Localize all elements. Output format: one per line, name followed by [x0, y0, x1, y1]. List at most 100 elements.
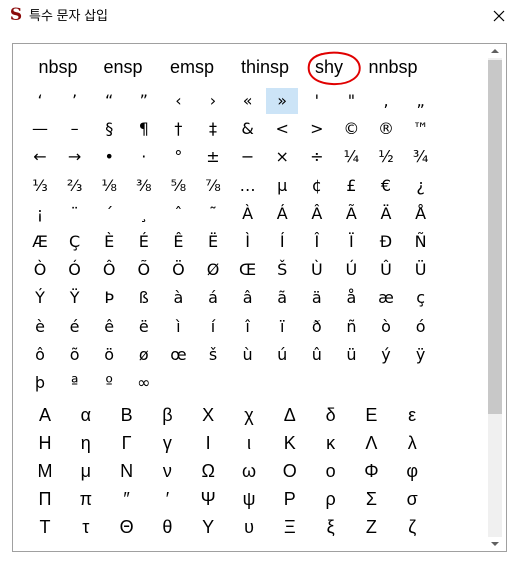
symbol-cell[interactable]: ï: [266, 314, 298, 340]
symbol-cell[interactable]: à: [162, 285, 194, 311]
greek-cell[interactable]: υ: [233, 514, 265, 540]
symbol-cell[interactable]: ù: [232, 342, 264, 368]
greek-cell[interactable]: Θ: [111, 514, 143, 540]
symbol-cell[interactable]: ‡: [197, 116, 229, 142]
greek-cell[interactable]: Π: [29, 486, 61, 512]
greek-cell[interactable]: μ: [70, 458, 102, 484]
greek-cell[interactable]: Ω: [192, 458, 224, 484]
greek-cell[interactable]: ο: [315, 458, 347, 484]
symbol-cell[interactable]: “: [93, 88, 125, 114]
symbol-cell[interactable]: ⅞: [197, 173, 229, 199]
symbol-cell[interactable]: Ý: [24, 285, 56, 311]
symbol-cell[interactable]: Ê: [162, 229, 194, 255]
symbol-cell[interactable]: À: [232, 201, 264, 227]
greek-cell[interactable]: Β: [111, 402, 143, 428]
greek-cell[interactable]: Ε: [355, 402, 387, 428]
greek-cell[interactable]: Γ: [111, 430, 143, 456]
symbol-cell[interactable]: £: [335, 173, 367, 199]
greek-cell[interactable]: δ: [315, 402, 347, 428]
greek-cell[interactable]: ε: [396, 402, 428, 428]
symbol-cell[interactable]: Þ: [93, 285, 125, 311]
symbol-cell[interactable]: Ÿ: [59, 285, 91, 311]
symbol-cell[interactable]: Ò: [24, 257, 56, 283]
symbol-cell[interactable]: „: [405, 88, 437, 114]
greek-cell[interactable]: τ: [70, 514, 102, 540]
symbol-cell[interactable]: Á: [266, 201, 298, 227]
symbol-cell[interactable]: î: [232, 314, 264, 340]
symbol-cell[interactable]: ÿ: [405, 342, 437, 368]
symbol-cell[interactable]: ‹: [162, 88, 194, 114]
greek-cell[interactable]: π: [70, 486, 102, 512]
greek-cell[interactable]: Σ: [355, 486, 387, 512]
greek-cell[interactable]: κ: [315, 430, 347, 456]
symbol-cell[interactable]: ð: [301, 314, 333, 340]
symbol-cell[interactable]: ü: [335, 342, 367, 368]
greek-cell[interactable]: σ: [396, 486, 428, 512]
greek-cell[interactable]: Ζ: [355, 514, 387, 540]
symbol-cell[interactable]: ú: [266, 342, 298, 368]
symbol-cell[interactable]: ý: [370, 342, 402, 368]
symbol-cell[interactable]: §: [93, 116, 125, 142]
symbol-cell[interactable]: Ô: [93, 257, 125, 283]
symbol-cell[interactable]: ê: [93, 314, 125, 340]
symbol-cell[interactable]: —: [24, 116, 56, 142]
greek-cell[interactable]: Κ: [274, 430, 306, 456]
greek-cell[interactable]: Μ: [29, 458, 61, 484]
greek-cell[interactable]: ′: [151, 486, 183, 512]
symbol-cell[interactable]: ä: [301, 285, 333, 311]
symbol-cell[interactable]: ,: [370, 88, 402, 114]
symbol-cell[interactable]: ‘: [24, 88, 56, 114]
symbol-cell[interactable]: «: [232, 88, 264, 114]
symbol-cell[interactable]: ±: [197, 144, 229, 170]
symbol-cell[interactable]: ô: [24, 342, 56, 368]
space-option-thinsp[interactable]: thinsp: [238, 55, 292, 79]
symbol-cell[interactable]: õ: [59, 342, 91, 368]
symbol-cell[interactable]: Ø: [197, 257, 229, 283]
symbol-cell[interactable]: þ: [24, 370, 56, 396]
greek-cell[interactable]: Λ: [355, 430, 387, 456]
symbol-cell[interactable]: ›: [197, 88, 229, 114]
greek-cell[interactable]: Ο: [274, 458, 306, 484]
symbol-cell[interactable]: ®: [370, 116, 402, 142]
symbol-cell[interactable]: ×: [266, 144, 298, 170]
symbol-cell[interactable]: ¿: [405, 173, 437, 199]
symbol-cell[interactable]: Õ: [128, 257, 160, 283]
symbol-cell[interactable]: ∞: [128, 370, 160, 396]
greek-cell[interactable]: Ν: [111, 458, 143, 484]
symbol-cell[interactable]: ë: [128, 314, 160, 340]
symbol-cell[interactable]: Â: [301, 201, 333, 227]
symbol-cell[interactable]: ¶: [128, 116, 160, 142]
symbol-cell[interactable]: ˆ: [162, 201, 194, 227]
symbol-cell[interactable]: ¸: [128, 201, 160, 227]
scroll-down-button[interactable]: [488, 537, 502, 551]
greek-cell[interactable]: ρ: [315, 486, 347, 512]
symbol-cell[interactable]: °: [162, 144, 194, 170]
space-option-emsp[interactable]: emsp: [167, 55, 217, 79]
space-option-nbsp[interactable]: nbsp: [36, 55, 80, 79]
symbol-cell[interactable]: Å: [405, 201, 437, 227]
symbol-cell[interactable]: ⅝: [162, 173, 194, 199]
symbol-cell[interactable]: Ú: [335, 257, 367, 283]
symbol-cell[interactable]: ç: [405, 285, 437, 311]
symbol-cell[interactable]: Ù: [301, 257, 333, 283]
symbol-cell[interactable]: Ü: [405, 257, 437, 283]
close-button[interactable]: [482, 0, 515, 31]
symbol-cell[interactable]: ·: [128, 144, 160, 170]
symbol-cell[interactable]: –: [59, 116, 91, 142]
greek-cell[interactable]: ω: [233, 458, 265, 484]
symbol-cell[interactable]: ⅓: [24, 173, 56, 199]
symbol-cell[interactable]: &: [232, 116, 264, 142]
symbol-cell[interactable]: È: [93, 229, 125, 255]
symbol-cell[interactable]: Ö: [162, 257, 194, 283]
symbol-cell[interactable]: ’: [59, 88, 91, 114]
symbol-cell[interactable]: ì: [162, 314, 194, 340]
symbol-cell[interactable]: Î: [301, 229, 333, 255]
greek-cell[interactable]: η: [70, 430, 102, 456]
greek-cell[interactable]: β: [151, 402, 183, 428]
symbol-cell[interactable]: š: [197, 342, 229, 368]
greek-cell[interactable]: χ: [233, 402, 265, 428]
symbol-cell[interactable]: ¡: [24, 201, 56, 227]
greek-cell[interactable]: ξ: [315, 514, 347, 540]
symbol-cell[interactable]: í: [197, 314, 229, 340]
symbol-cell[interactable]: ª: [59, 370, 91, 396]
